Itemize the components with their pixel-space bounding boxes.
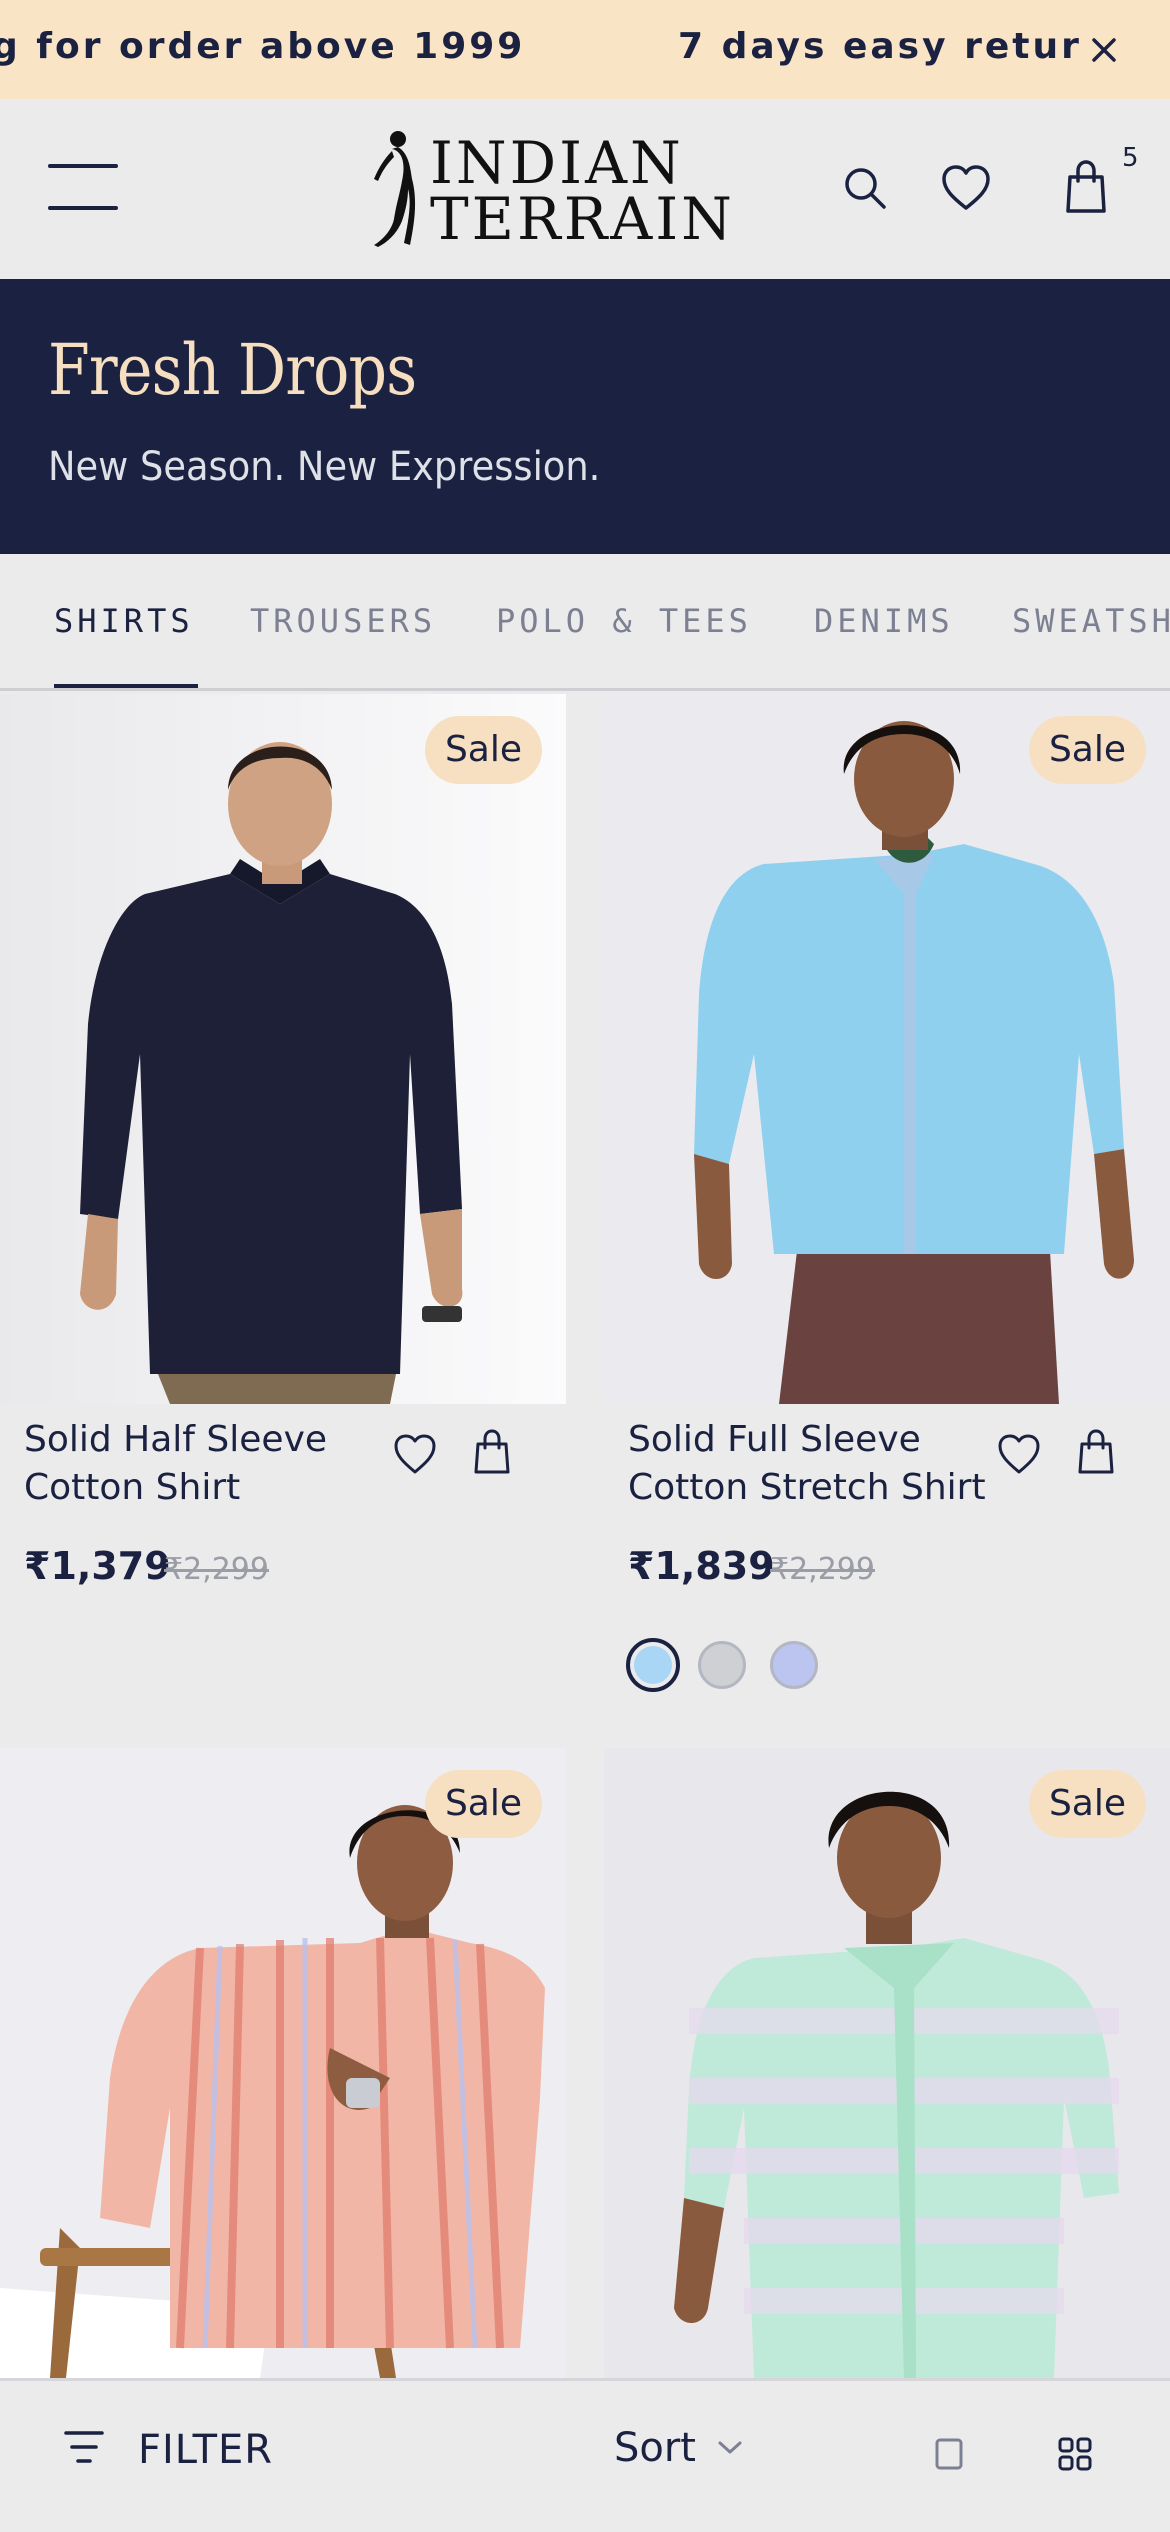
tab-polo-tees[interactable]: POLO & TEES (496, 602, 752, 640)
sale-badge: Sale (1028, 716, 1146, 784)
product-image[interactable] (604, 1748, 1170, 2378)
announcement-message-returns: 7 days easy retur (678, 26, 1082, 67)
product-card[interactable]: Sale (604, 1748, 1170, 2378)
product-image[interactable] (0, 694, 566, 1404)
hero-subtitle: New Season. New Expression. (48, 444, 601, 490)
sort-button[interactable]: Sort (614, 2425, 696, 2471)
filter-icon[interactable] (64, 2429, 104, 2465)
add-to-bag-icon[interactable] (472, 1428, 512, 1476)
close-icon[interactable] (1082, 28, 1126, 72)
product-image[interactable] (0, 1748, 566, 2378)
site-header: INDIAN TERRAIN 5 (0, 99, 1170, 279)
product-name[interactable]: Solid Half Sleeve Cotton Shirt (24, 1416, 404, 1512)
product-card[interactable]: Sale (0, 1748, 566, 2378)
product-name[interactable]: Solid Full Sleeve Cotton Stretch Shirt (628, 1416, 1008, 1512)
product-price: ₹1,839 (628, 1544, 775, 1588)
bottom-toolbar: FILTER Sort (0, 2378, 1170, 2532)
logo-figure-icon (374, 131, 416, 247)
wishlist-heart-icon[interactable] (392, 1432, 438, 1476)
heart-icon[interactable] (940, 163, 992, 213)
hero-title: Fresh Drops (48, 329, 417, 411)
tab-denims[interactable]: DENIMS (814, 602, 954, 640)
bag-icon[interactable] (1062, 159, 1110, 215)
grid-view-icon[interactable] (1058, 2437, 1092, 2471)
announcement-message-offer: g for order above 1999 (0, 26, 526, 67)
product-card[interactable]: Sale Solid Half Sleeve Cotton Shirt ₹1,3… (0, 694, 566, 1694)
filter-button[interactable]: FILTER (138, 2427, 273, 2473)
color-swatch-light-blue[interactable] (626, 1638, 680, 1692)
chevron-down-icon[interactable] (716, 2439, 744, 2457)
search-icon[interactable] (842, 165, 888, 211)
menu-icon[interactable] (48, 162, 118, 212)
tab-trousers[interactable]: TROUSERS (250, 602, 436, 640)
brand-logo[interactable]: INDIAN TERRAIN (358, 127, 732, 253)
add-to-bag-icon[interactable] (1076, 1428, 1116, 1476)
category-tabs: SHIRTS TROUSERS POLO & TEES DENIMS SWEAT… (0, 554, 1170, 691)
sale-badge: Sale (1028, 1770, 1146, 1838)
product-image[interactable] (604, 694, 1170, 1404)
color-swatch-lavender[interactable] (770, 1641, 818, 1689)
wishlist-heart-icon[interactable] (996, 1432, 1042, 1476)
color-swatch-grey[interactable] (698, 1641, 746, 1689)
product-mrp: ₹2,299 (164, 1552, 269, 1587)
sale-badge: Sale (424, 1770, 542, 1838)
tab-shirts[interactable]: SHIRTS (54, 602, 194, 640)
brand-name-line2: TERRAIN (430, 185, 735, 253)
hero-banner: Fresh Drops New Season. New Expression. (0, 279, 1170, 554)
tab-sweatshirts[interactable]: SWEATSH (1012, 602, 1170, 640)
sale-badge: Sale (424, 716, 542, 784)
product-mrp: ₹2,299 (770, 1552, 875, 1587)
bag-count-badge: 5 (1122, 143, 1139, 173)
announcement-bar: g for order above 1999 7 days easy retur (0, 0, 1170, 99)
product-card[interactable]: Sale Solid Full Sleeve Cotton Stretch Sh… (604, 694, 1170, 1694)
product-price: ₹1,379 (24, 1544, 171, 1588)
single-column-view-icon[interactable] (934, 2437, 964, 2471)
active-tab-indicator (54, 684, 198, 688)
